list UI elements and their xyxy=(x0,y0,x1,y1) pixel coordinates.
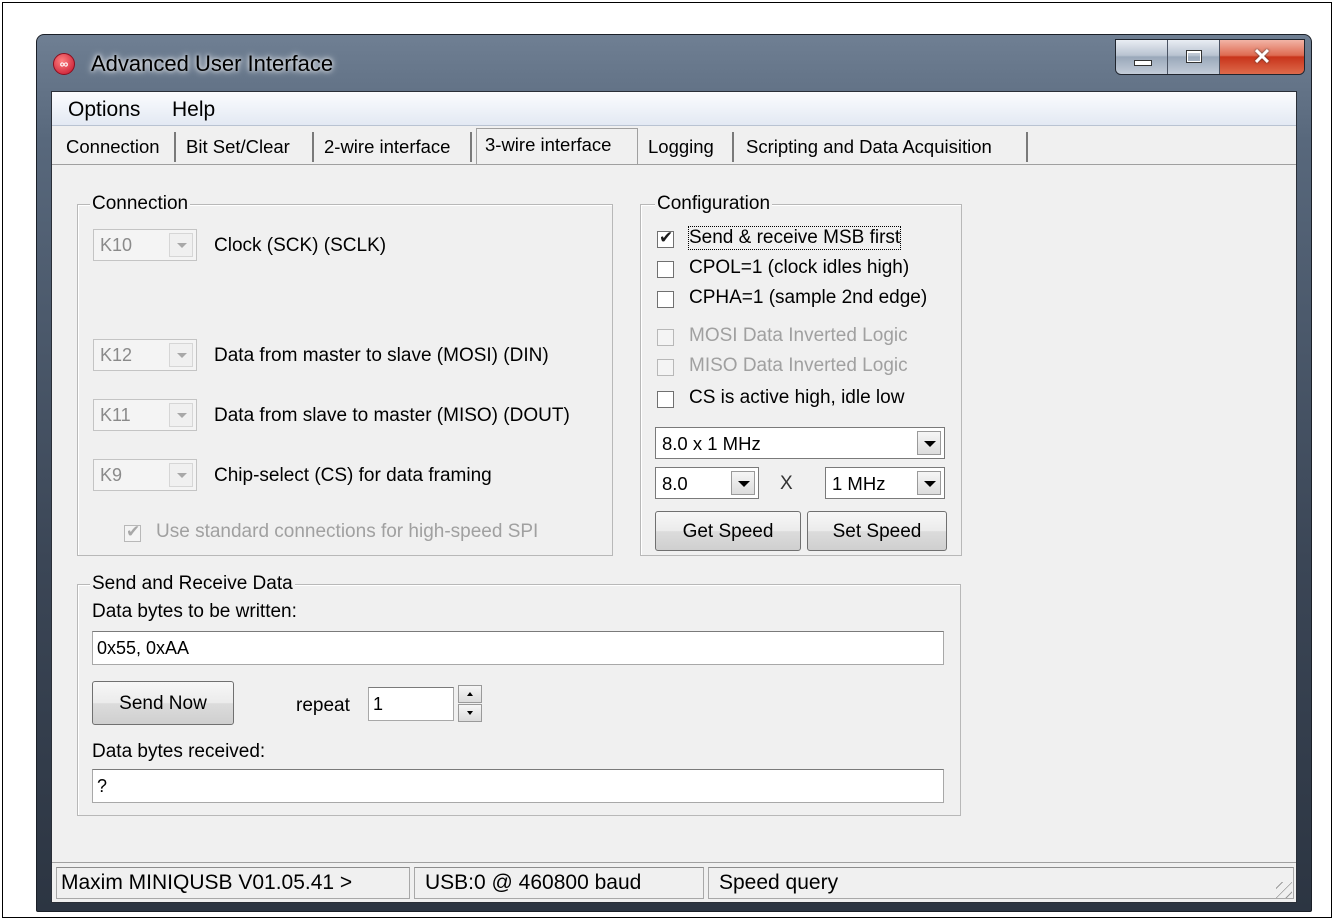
received-bytes-label: Data bytes received: xyxy=(92,741,266,762)
std-connections-label: Use standard connections for high-speed … xyxy=(156,521,539,542)
tab-bit-set-clear[interactable]: Bit Set/Clear xyxy=(180,132,314,162)
cpol-label: CPOL=1 (clock idles high) xyxy=(689,257,910,278)
mosi-label: Data from master to slave (MOSI) (DIN) xyxy=(214,345,549,366)
client-area: Options Help Connection Bit Set/Clear 2-… xyxy=(51,91,1297,903)
tab-logging[interactable]: Logging xyxy=(642,132,734,162)
times-symbol: X xyxy=(780,473,793,494)
base-frequency-select[interactable]: 1 MHz xyxy=(825,467,945,499)
mosi-pin-value: K12 xyxy=(100,345,133,365)
cs-active-high-checkbox[interactable] xyxy=(657,391,674,408)
write-bytes-input[interactable]: 0x55, 0xAA xyxy=(92,631,944,665)
chevron-down-icon xyxy=(917,431,941,455)
maximize-button[interactable] xyxy=(1168,40,1220,74)
cpha-checkbox[interactable] xyxy=(657,291,674,308)
status-bar: Maxim MINIQUSB V01.05.41 > USB:0 @ 46080… xyxy=(52,862,1296,902)
std-connections-checkbox[interactable]: ✔ xyxy=(124,522,141,542)
miso-pin-value: K11 xyxy=(100,405,131,425)
msb-first-checkbox[interactable]: ✔ xyxy=(657,228,674,248)
mosi-inverted-label: MOSI Data Inverted Logic xyxy=(689,325,908,346)
app-window: ∞ Advanced User Interface ✕ Options Help… xyxy=(36,34,1312,912)
write-bytes-value: 0x55, 0xAA xyxy=(97,638,190,658)
minimize-button[interactable] xyxy=(1116,40,1168,74)
checkmark-icon: ✔ xyxy=(126,522,141,542)
menu-options[interactable]: Options xyxy=(68,98,140,122)
window-title: Advanced User Interface xyxy=(91,51,334,76)
close-button[interactable]: ✕ xyxy=(1220,40,1304,74)
multiplier-select[interactable]: 8.0 xyxy=(655,467,759,499)
minimize-icon xyxy=(1134,60,1152,66)
tab-strip: Connection Bit Set/Clear 2-wire interfac… xyxy=(52,128,1296,164)
received-bytes-output[interactable]: ? xyxy=(92,769,944,803)
resize-grip-icon[interactable] xyxy=(1276,882,1292,898)
configuration-group-title: Configuration xyxy=(655,193,773,215)
cs-pin-select[interactable]: K9 xyxy=(93,459,197,491)
configuration-group: Configuration ✔ Send & receive MSB first… xyxy=(640,193,962,556)
repeat-value: 1 xyxy=(373,694,384,714)
title-bar[interactable]: ∞ Advanced User Interface ✕ xyxy=(37,35,1311,91)
mosi-inverted-checkbox[interactable] xyxy=(657,329,674,346)
status-message: Speed query xyxy=(708,867,1294,899)
checkmark-icon: ✔ xyxy=(659,228,674,248)
chevron-down-icon xyxy=(731,471,755,495)
chevron-down-icon xyxy=(169,343,193,367)
miso-inverted-checkbox[interactable] xyxy=(657,359,674,376)
clock-label: Clock (SCK) (SCLK) xyxy=(214,235,387,256)
status-device: Maxim MINIQUSB V01.05.41 > xyxy=(56,867,410,899)
cs-pin-value: K9 xyxy=(100,465,123,485)
cpha-label: CPHA=1 (sample 2nd edge) xyxy=(689,287,928,308)
menu-bar: Options Help xyxy=(52,92,1296,126)
chevron-down-icon xyxy=(169,403,193,427)
send-receive-group: Send and Receive Data Data bytes to be w… xyxy=(77,573,961,816)
cs-label: Chip-select (CS) for data framing xyxy=(214,465,492,486)
write-bytes-label: Data bytes to be written: xyxy=(92,601,297,622)
base-frequency-value: 1 MHz xyxy=(832,473,886,494)
status-connection: USB:0 @ 460800 baud xyxy=(414,867,704,899)
set-speed-button[interactable]: Set Speed xyxy=(807,511,947,551)
close-icon: ✕ xyxy=(1252,44,1272,69)
msb-first-label: Send & receive MSB first xyxy=(687,226,902,250)
cs-active-high-label: CS is active high, idle low xyxy=(689,387,905,408)
maxim-logo-icon: ∞ xyxy=(53,53,75,75)
connection-group-title: Connection xyxy=(90,193,191,215)
tab-scripting-data-acquisition[interactable]: Scripting and Data Acquisition xyxy=(740,132,1028,162)
maximize-icon xyxy=(1186,50,1202,63)
tab-panel-divider xyxy=(52,164,1296,165)
tab-3-wire-interface[interactable]: 3-wire interface xyxy=(476,128,638,164)
tab-connection[interactable]: Connection xyxy=(60,132,176,162)
cpol-checkbox[interactable] xyxy=(657,261,674,278)
miso-pin-select[interactable]: K11 xyxy=(93,399,197,431)
window-controls: ✕ xyxy=(1115,39,1305,75)
clock-pin-value: K10 xyxy=(100,235,133,255)
mosi-pin-select[interactable]: K12 xyxy=(93,339,197,371)
received-bytes-value: ? xyxy=(97,776,108,796)
get-speed-button[interactable]: Get Speed xyxy=(655,511,801,551)
chevron-down-icon xyxy=(169,233,193,257)
clock-pin-select[interactable]: K10 xyxy=(93,229,197,261)
repeat-spinner[interactable] xyxy=(458,685,484,723)
repeat-input[interactable]: 1 xyxy=(368,687,454,721)
tab-2-wire-interface[interactable]: 2-wire interface xyxy=(318,132,472,162)
spin-up-icon[interactable] xyxy=(458,685,482,703)
spin-down-icon[interactable] xyxy=(458,704,482,722)
menu-help[interactable]: Help xyxy=(172,98,215,122)
speed-select[interactable]: 8.0 x 1 MHz xyxy=(655,427,945,459)
send-receive-group-title: Send and Receive Data xyxy=(90,573,295,595)
repeat-label: repeat xyxy=(296,695,350,716)
speed-select-value: 8.0 x 1 MHz xyxy=(662,433,761,454)
multiplier-value: 8.0 xyxy=(662,473,688,494)
chevron-down-icon xyxy=(917,471,941,495)
miso-label: Data from slave to master (MISO) (DOUT) xyxy=(214,405,570,426)
chevron-down-icon xyxy=(169,463,193,487)
send-now-button[interactable]: Send Now xyxy=(92,681,234,725)
connection-group: Connection K10 Clock (SCK) (SCLK) K12 Da… xyxy=(77,193,613,556)
miso-inverted-label: MISO Data Inverted Logic xyxy=(689,355,908,376)
